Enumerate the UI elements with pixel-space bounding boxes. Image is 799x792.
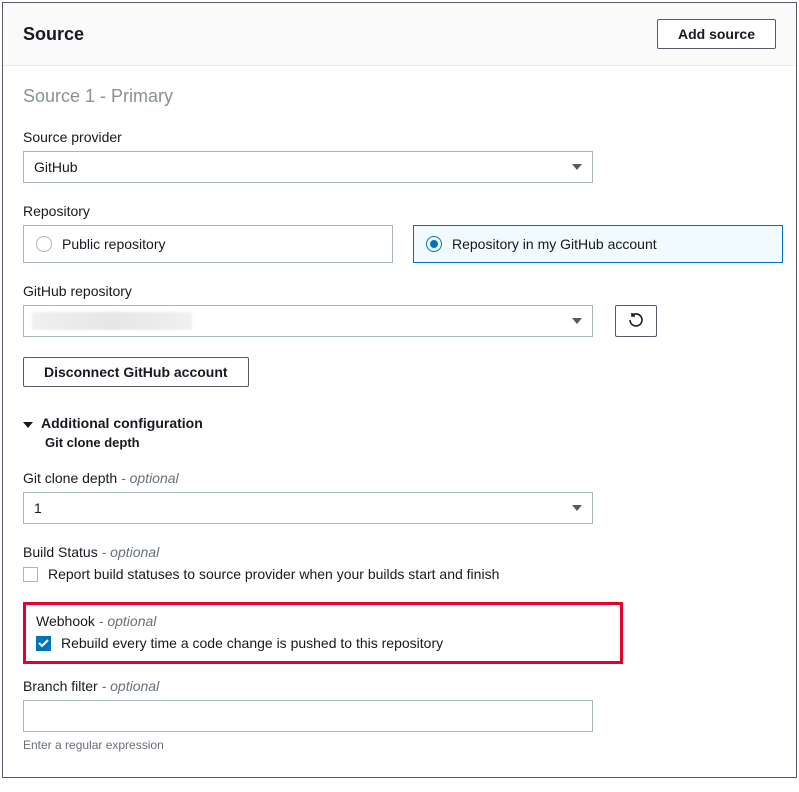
source-provider-field: Source provider GitHub: [23, 129, 776, 183]
webhook-label: Webhook - optional: [36, 613, 610, 629]
radio-label: Repository in my GitHub account: [452, 236, 657, 252]
add-source-button[interactable]: Add source: [657, 19, 776, 49]
github-repo-select[interactable]: [23, 305, 593, 337]
webhook-checkbox[interactable]: [36, 636, 51, 651]
github-repo-field: GitHub repository: [23, 283, 776, 337]
branch-filter-label: Branch filter - optional: [23, 678, 776, 694]
source-provider-label: Source provider: [23, 129, 776, 145]
webhook-highlight: Webhook - optional Rebuild every time a …: [23, 602, 623, 664]
branch-filter-input[interactable]: [23, 700, 593, 732]
git-clone-depth-select[interactable]: 1: [23, 492, 593, 524]
caret-down-icon: [23, 415, 33, 431]
radio-account-repository[interactable]: Repository in my GitHub account: [413, 225, 783, 263]
git-clone-depth-value: 1: [34, 500, 42, 516]
build-status-label: Build Status - optional: [23, 544, 776, 560]
radio-public-repository[interactable]: Public repository: [23, 225, 393, 263]
build-status-checkbox[interactable]: [23, 567, 38, 582]
git-clone-depth-label: Git clone depth - optional: [23, 470, 776, 486]
panel-header: Source Add source: [3, 3, 796, 66]
build-status-field: Build Status - optional Report build sta…: [23, 544, 776, 582]
branch-filter-helper: Enter a regular expression: [23, 738, 776, 752]
caret-down-icon: [572, 318, 582, 324]
git-clone-depth-field: Git clone depth - optional 1: [23, 470, 776, 524]
build-status-checkbox-label: Report build statuses to source provider…: [48, 566, 499, 582]
branch-filter-field: Branch filter - optional Enter a regular…: [23, 678, 776, 752]
caret-down-icon: [572, 164, 582, 170]
additional-config-toggle[interactable]: Additional configuration: [23, 415, 776, 431]
repository-options: Public repository Repository in my GitHu…: [23, 225, 783, 263]
radio-icon: [36, 236, 52, 252]
refresh-icon: [628, 312, 644, 331]
github-repo-label: GitHub repository: [23, 283, 776, 299]
source-panel: Source Add source Source 1 - Primary Sou…: [2, 2, 797, 778]
source-provider-value: GitHub: [34, 159, 78, 175]
panel-title: Source: [23, 24, 84, 45]
additional-config-subtitle: Git clone depth: [45, 435, 776, 450]
repository-label: Repository: [23, 203, 776, 219]
repository-field: Repository Public repository Repository …: [23, 203, 776, 263]
additional-config-title: Additional configuration: [41, 415, 203, 431]
disconnect-github-button[interactable]: Disconnect GitHub account: [23, 357, 249, 387]
refresh-button[interactable]: [615, 305, 657, 337]
source-provider-select[interactable]: GitHub: [23, 151, 593, 183]
caret-down-icon: [572, 505, 582, 511]
webhook-checkbox-label: Rebuild every time a code change is push…: [61, 635, 443, 651]
radio-label: Public repository: [62, 236, 166, 252]
section-title: Source 1 - Primary: [23, 86, 776, 107]
repo-placeholder: [32, 312, 192, 330]
panel-body: Source 1 - Primary Source provider GitHu…: [3, 66, 796, 792]
radio-icon: [426, 236, 442, 252]
